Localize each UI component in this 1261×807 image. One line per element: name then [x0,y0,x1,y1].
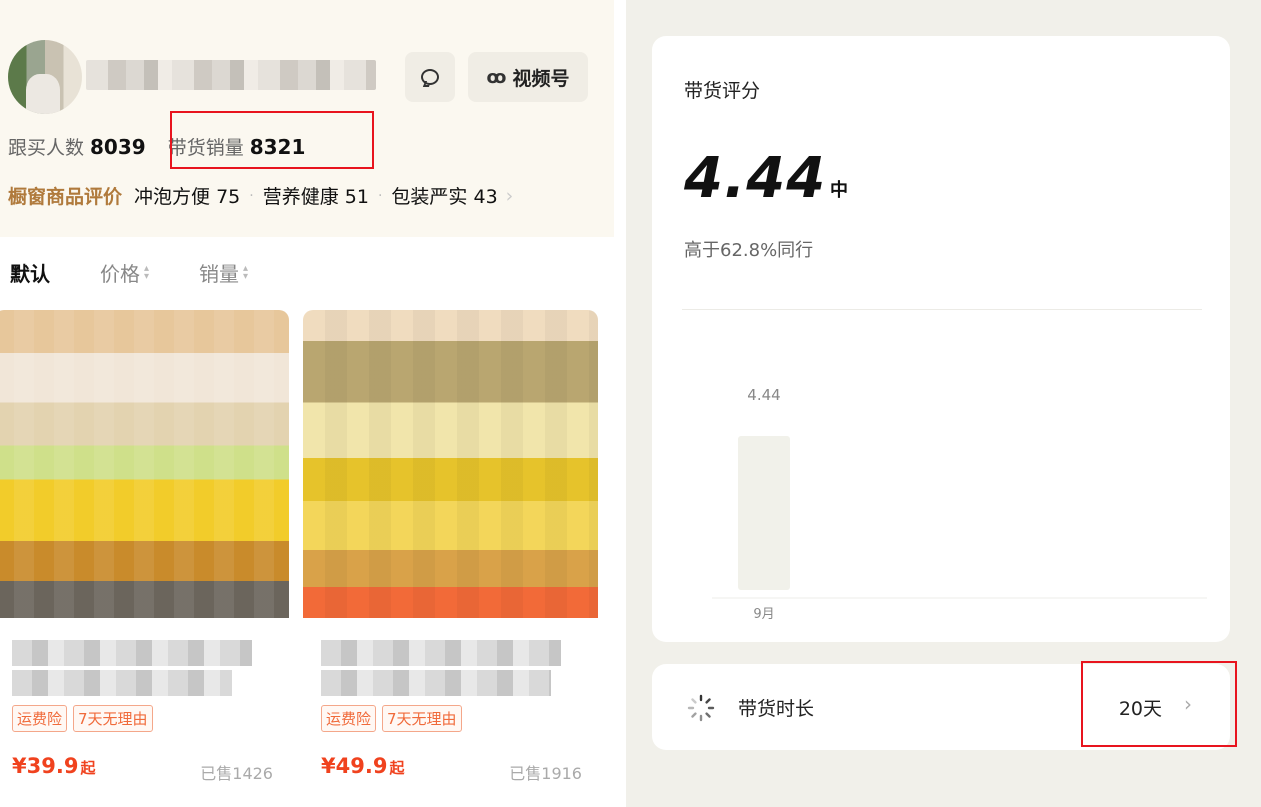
score-compare-text: 高于62.8%同行 [684,240,814,261]
sort-arrows-icon: ▴ ▾ [243,262,249,282]
product-price: ¥39.9 起 [12,754,96,778]
return-policy-badge: 7天无理由 [382,705,462,732]
video-channel-icon: ꝏ [486,66,507,88]
product-title-blurred [12,640,252,666]
product-sold-count: 已售1916 [509,764,582,783]
sort-default-tab[interactable]: 默认 [10,258,50,287]
score-value: 4.44 [684,146,827,211]
review-tag: 营养健康 51 [262,186,369,208]
sort-price-label: 价格 [100,262,140,286]
product-card[interactable]: 运费险 7天无理由 ¥49.9 起 已售1916 [303,310,598,807]
followers-value: 8039 [90,135,146,159]
review-tags-row[interactable]: 橱窗商品评价 冲泡方便 75 · 营养健康 51 · 包装严实 43 › [8,182,513,209]
shipping-insurance-badge: 运费险 [12,705,68,732]
review-tag: 冲泡方便 75 [134,186,241,208]
duration-label: 带货时长 [738,698,815,720]
shop-name-blurred [86,60,376,90]
shipping-insurance-badge: 运费险 [321,705,377,732]
chart-x-tick-label: 9月 [753,607,774,622]
video-channel-label: 视频号 [512,67,570,90]
followers-stat: 跟买人数 8039 [8,133,146,160]
product-title-blurred [321,670,551,696]
followers-label: 跟买人数 [8,137,85,159]
product-price: ¥49.9 起 [321,754,405,778]
review-label: 橱窗商品评价 [8,186,123,208]
chat-bubble-icon [421,69,439,85]
product-sold-count: 已售1426 [200,764,273,783]
product-image[interactable] [0,310,289,618]
review-tag: 包装严实 43 [391,186,498,208]
product-title-blurred [321,640,561,666]
separator-dot: · [249,187,254,204]
chat-button[interactable] [405,52,455,102]
highlight-box-sales [170,111,374,169]
separator-dot: · [377,187,383,204]
product-title-blurred [12,670,232,696]
product-card[interactable]: 运费险 7天无理由 ¥39.9 起 已售1426 [0,310,289,807]
sales-score-card: 带货评分 4.44 中 高于62.8%同行 4.44 9月 [652,36,1230,642]
sort-price-tab[interactable]: 价格 ▴ ▾ [100,258,149,287]
highlight-box-duration [1081,661,1237,747]
sort-arrows-icon: ▴ ▾ [144,262,150,282]
score-level: 中 [830,180,848,201]
return-policy-badge: 7天无理由 [73,705,153,732]
chart-data-label: 4.44 [747,386,780,404]
product-badges: 运费险 7天无理由 [321,705,462,732]
sort-bar: 默认 价格 ▴ ▾ 销量 ▴ ▾ [10,258,298,287]
score-title: 带货评分 [684,80,761,102]
product-image[interactable] [303,310,598,618]
loading-spinner-icon [687,694,715,722]
score-bar-chart: 4.44 9月 [712,386,1207,622]
divider [682,309,1202,310]
avatar[interactable] [8,40,82,114]
sort-sales-label: 销量 [199,262,240,286]
product-badges: 运费险 7天无理由 [12,705,153,732]
left-panel: ꝏ 视频号 跟买人数 8039 带货销量 8321 橱窗商品评价 冲泡方便 75 ·… [0,0,614,807]
video-channel-button[interactable]: ꝏ 视频号 [468,52,588,102]
panel-divider [614,0,626,807]
chevron-right-icon: › [505,184,514,207]
chart-bar [738,436,790,590]
sort-sales-tab[interactable]: 销量 ▴ ▾ [199,258,248,287]
